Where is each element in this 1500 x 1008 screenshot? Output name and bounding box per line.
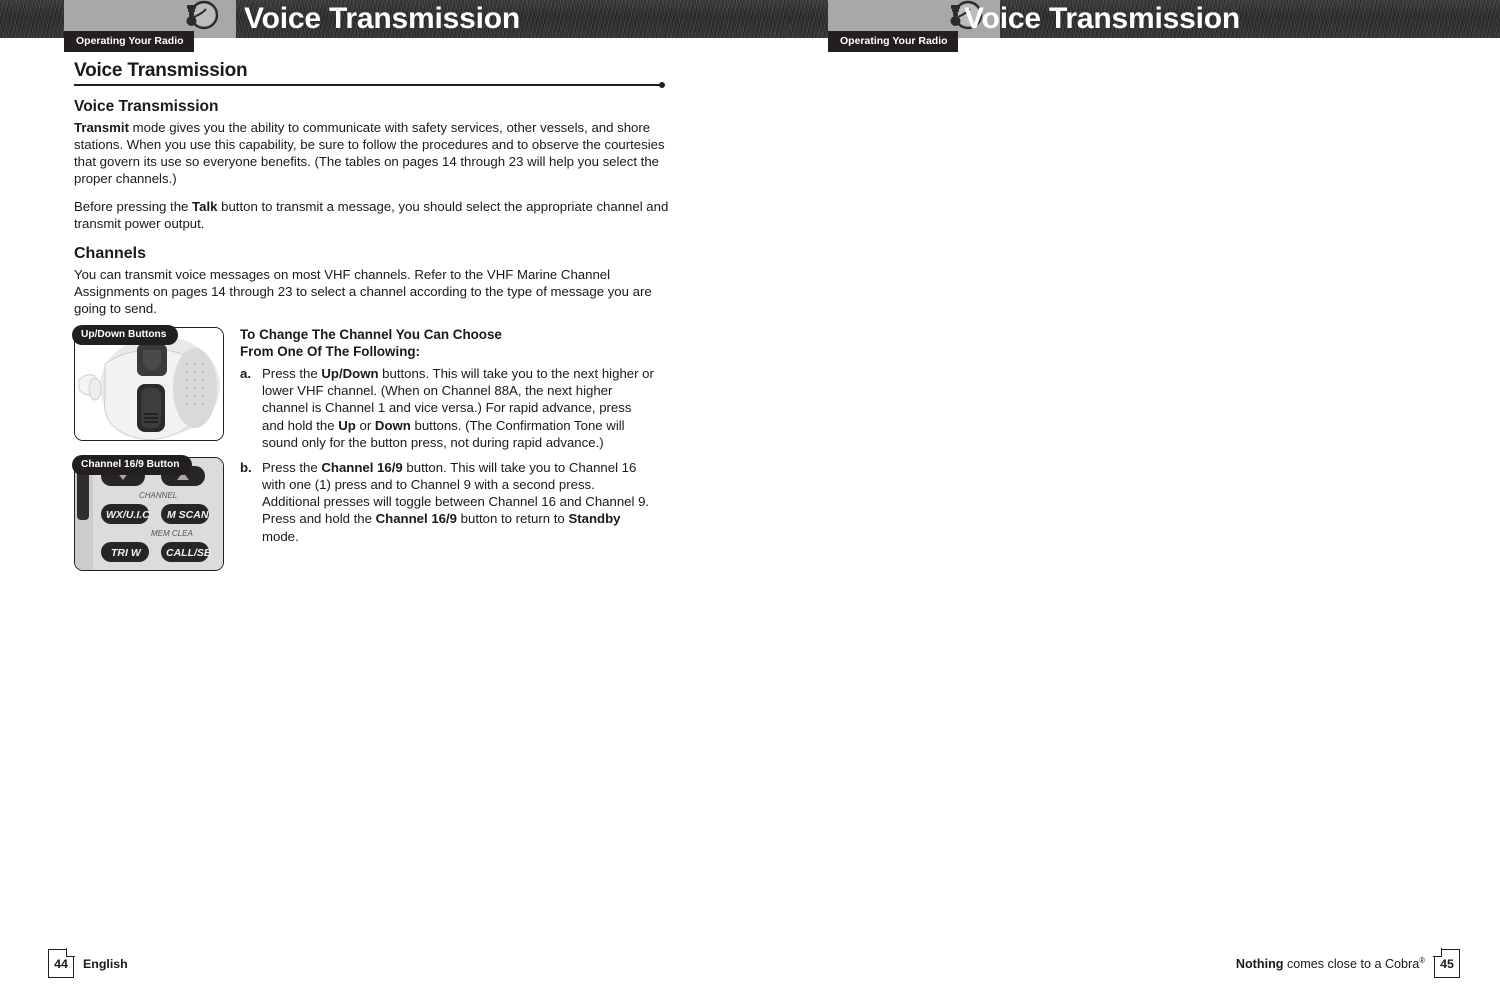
- paragraph-channels: You can transmit voice messages on most …: [74, 266, 652, 317]
- page-number-badge: 44: [48, 949, 74, 978]
- footer-tagline: Nothing comes close to a Cobra®: [1236, 956, 1425, 971]
- svg-text:TRI W: TRI W: [111, 547, 142, 559]
- subsection-title-voice-transmission: Voice Transmission: [74, 98, 219, 115]
- svg-text:CALL/SE: CALL/SE: [166, 547, 212, 559]
- subsection-title-channels: Channels: [74, 244, 147, 262]
- figure-caption: Channel 16/9 Button: [72, 455, 192, 476]
- manual-spread: Voice Transmission Operating Your Radio …: [0, 0, 1500, 1008]
- banner-title-right: Voice Transmission: [964, 2, 1240, 35]
- list-item: b. Press the Channel 16/9 button. This w…: [240, 459, 655, 545]
- paragraph-before-talk: Before pressing the Talk button to trans…: [74, 198, 669, 231]
- footer-right: Nothing comes close to a Cobra® 45: [1236, 949, 1460, 978]
- page-left-content: Voice Transmission Voice Transmission Tr…: [72, 60, 674, 587]
- page-number-badge: 45: [1434, 949, 1460, 978]
- radio-side-photo: [75, 328, 223, 441]
- svg-text:MEM CLEA: MEM CLEA: [151, 529, 193, 538]
- change-channel-step-list: a. Press the Up/Down buttons. This will …: [240, 365, 655, 545]
- rule-end-dot: [659, 82, 665, 88]
- left-steps-column: To Change The Channel You Can Choose From…: [240, 327, 655, 587]
- list-marker: b.: [240, 459, 252, 475]
- figure-image-keypad: CHANNEL WX/U.I.C M SCAN MEM CLEA TRI W C…: [75, 458, 223, 571]
- breadcrumb-tab-right: Operating Your Radio: [828, 31, 958, 52]
- footer-language-label: English: [83, 956, 128, 971]
- footer-left: 44 English: [48, 949, 128, 978]
- registered-mark: ®: [1419, 955, 1425, 965]
- list-text: Press the Channel 16/9 button. This will…: [262, 459, 650, 544]
- svg-text:WX/U.I.C: WX/U.I.C: [106, 509, 150, 521]
- figure-up-down-buttons: Up/Down Buttons: [72, 325, 224, 442]
- list-text: Press the Up/Down buttons. This will tak…: [262, 366, 654, 450]
- page-right: Voice Transmission Operating Your Radio …: [790, 0, 1500, 1008]
- keypad-label-channel: CHANNEL: [139, 491, 177, 500]
- figure-image-up-down: [75, 328, 223, 441]
- section-title-left: Voice Transmission: [74, 60, 248, 81]
- banner-title-left: Voice Transmission: [244, 2, 520, 35]
- left-figure-column: Up/Down Buttons Channel 16/9 Button CHAN…: [72, 325, 226, 587]
- section-rule: [74, 82, 665, 88]
- svg-text:M SCAN: M SCAN: [167, 509, 209, 521]
- breadcrumb-tab-left: Operating Your Radio: [64, 31, 194, 52]
- change-channel-heading: To Change The Channel You Can Choose From…: [240, 327, 502, 359]
- figure-caption: Up/Down Buttons: [72, 325, 179, 346]
- tagline-rest: comes close to a Cobra: [1283, 957, 1420, 972]
- radio-keypad-photo: CHANNEL WX/U.I.C M SCAN MEM CLEA TRI W C…: [75, 458, 223, 571]
- tagline-bold: Nothing: [1235, 957, 1284, 972]
- page-left: Voice Transmission Operating Your Radio …: [0, 0, 790, 1008]
- list-item: a. Press the Up/Down buttons. This will …: [240, 365, 655, 451]
- figures-and-steps-row: Up/Down Buttons Channel 16/9 Button CHAN…: [72, 325, 674, 587]
- figure-channel-16-9-button: Channel 16/9 Button CHANNEL WX/U.I.C M S…: [72, 455, 224, 572]
- paragraph-transmit-mode: Transmit mode gives you the ability to c…: [74, 120, 665, 187]
- list-marker: a.: [240, 366, 251, 382]
